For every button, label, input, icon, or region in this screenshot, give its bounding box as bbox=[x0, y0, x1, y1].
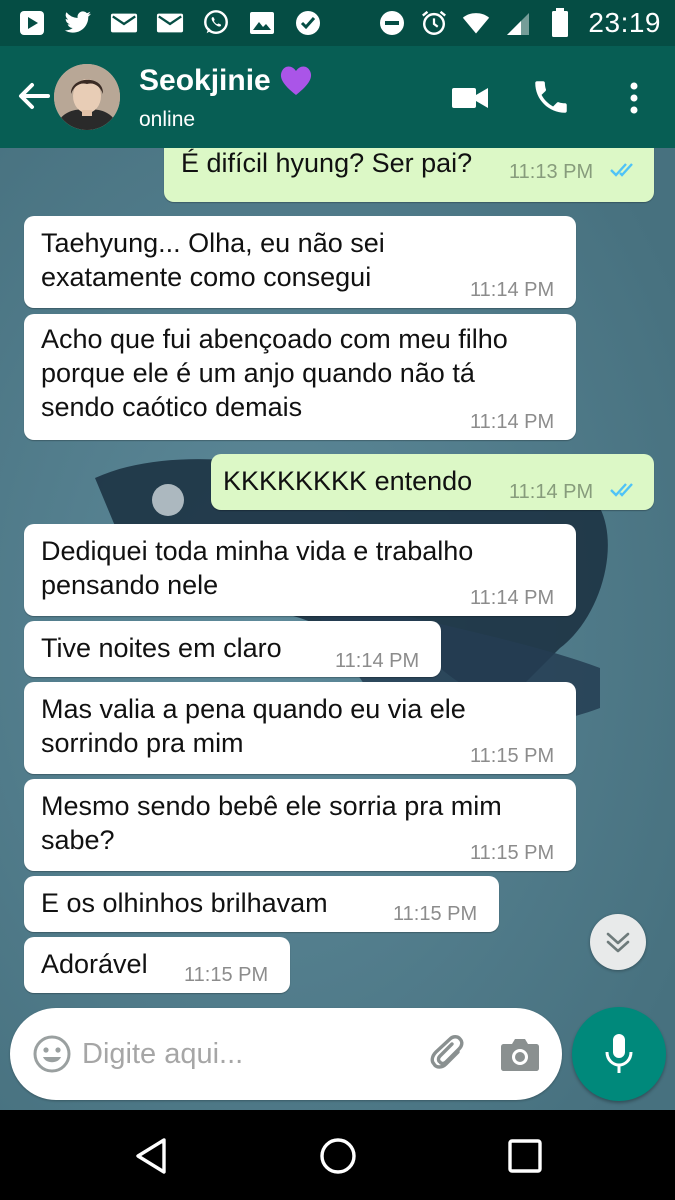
message-bubble-incoming[interactable]: Acho que fui abençoado com meu filho por… bbox=[24, 314, 576, 440]
message-text: E os olhinhos brilhavam bbox=[41, 888, 328, 918]
scroll-to-bottom-button[interactable] bbox=[590, 914, 646, 970]
status-bar: 23:19 bbox=[0, 0, 675, 46]
message-time: 11:14 PM bbox=[509, 481, 594, 503]
nav-recent-apps-icon[interactable] bbox=[506, 1137, 544, 1175]
image-icon bbox=[248, 9, 276, 37]
message-text: Tive noites em claro bbox=[41, 633, 282, 663]
message-text: Taehyung... Olha, eu não sei exatamente … bbox=[41, 228, 385, 292]
double-check-icon bbox=[610, 483, 633, 497]
message-text: Mesmo sendo bebê ele sorria pra mim sabe… bbox=[41, 791, 502, 855]
message-time: 11:14 PM bbox=[335, 650, 420, 672]
double-chevron-down-icon bbox=[606, 932, 630, 953]
battery-icon bbox=[546, 8, 574, 37]
message-time: 11:15 PM bbox=[470, 842, 555, 864]
microphone-button[interactable] bbox=[572, 1007, 666, 1101]
nav-back-icon[interactable] bbox=[132, 1136, 172, 1176]
message-time: 11:14 PM bbox=[470, 279, 555, 301]
camera-icon[interactable] bbox=[500, 1036, 540, 1072]
message-composer bbox=[10, 1008, 562, 1100]
message-time: 11:15 PM bbox=[470, 745, 555, 767]
message-text: Adorável bbox=[41, 949, 148, 979]
double-check-icon bbox=[610, 163, 633, 177]
check-bubble-icon bbox=[294, 9, 322, 37]
microphone-icon bbox=[605, 1034, 633, 1073]
more-vert-icon[interactable] bbox=[620, 78, 648, 118]
chat-area[interactable]: É difícil hyung? Ser pai? 11:13 PM Taehy… bbox=[0, 148, 675, 1110]
message-bubble-incoming[interactable]: E os olhinhos brilhavam 11:15 PM bbox=[24, 876, 499, 932]
message-bubble-incoming[interactable]: Taehyung... Olha, eu não sei exatamente … bbox=[24, 216, 576, 308]
message-time: 11:14 PM bbox=[470, 587, 555, 609]
mail-icon bbox=[156, 9, 184, 37]
message-text: É difícil hyung? Ser pai? bbox=[181, 148, 473, 178]
do-not-disturb-icon bbox=[378, 9, 406, 37]
video-call-icon[interactable] bbox=[450, 78, 490, 118]
message-time: 11:15 PM bbox=[393, 903, 478, 925]
message-time: 11:13 PM bbox=[509, 161, 594, 183]
message-text: Dediquei toda minha vida e trabalho pens… bbox=[41, 536, 474, 600]
contact-name[interactable]: Seokjinie bbox=[139, 64, 271, 98]
play-store-icon bbox=[18, 9, 46, 37]
message-bubble-incoming[interactable]: Mas valia a pena quando eu via ele sorri… bbox=[24, 682, 576, 774]
twitter-icon bbox=[64, 9, 92, 37]
message-bubble-outgoing[interactable]: É difícil hyung? Ser pai? 11:13 PM bbox=[164, 148, 654, 202]
paperclip-icon[interactable] bbox=[428, 1034, 470, 1076]
mail-icon bbox=[110, 9, 138, 37]
chat-header: Seokjinie online bbox=[0, 46, 675, 148]
contact-status: online bbox=[139, 108, 196, 131]
message-bubble-outgoing[interactable]: KKKKKKKK entendo 11:14 PM bbox=[211, 454, 654, 510]
signal-icon bbox=[504, 9, 532, 37]
message-input[interactable] bbox=[82, 1032, 402, 1076]
purple-heart-icon bbox=[278, 62, 314, 98]
message-bubble-incoming[interactable]: Tive noites em claro 11:14 PM bbox=[24, 621, 441, 677]
avatar[interactable] bbox=[54, 64, 120, 130]
back-arrow-icon[interactable] bbox=[14, 76, 54, 116]
message-text: Acho que fui abençoado com meu filho por… bbox=[41, 324, 508, 422]
message-text: Mas valia a pena quando eu via ele sorri… bbox=[41, 694, 466, 758]
wifi-icon bbox=[462, 9, 490, 37]
phone-icon[interactable] bbox=[530, 76, 572, 118]
nav-home-icon[interactable] bbox=[318, 1136, 358, 1176]
message-time: 11:14 PM bbox=[470, 411, 555, 433]
alarm-icon bbox=[420, 9, 448, 37]
status-clock: 23:19 bbox=[588, 7, 661, 38]
message-bubble-incoming[interactable]: Mesmo sendo bebê ele sorria pra mim sabe… bbox=[24, 779, 576, 871]
message-time: 11:15 PM bbox=[184, 964, 269, 986]
emoji-icon[interactable] bbox=[32, 1034, 72, 1074]
message-text: KKKKKKKK entendo bbox=[223, 466, 473, 496]
message-bubble-incoming[interactable]: Dediquei toda minha vida e trabalho pens… bbox=[24, 524, 576, 616]
system-nav-bar bbox=[0, 1110, 675, 1200]
whatsapp-icon bbox=[202, 9, 230, 37]
message-bubble-incoming[interactable]: Adorável 11:15 PM bbox=[24, 937, 290, 993]
